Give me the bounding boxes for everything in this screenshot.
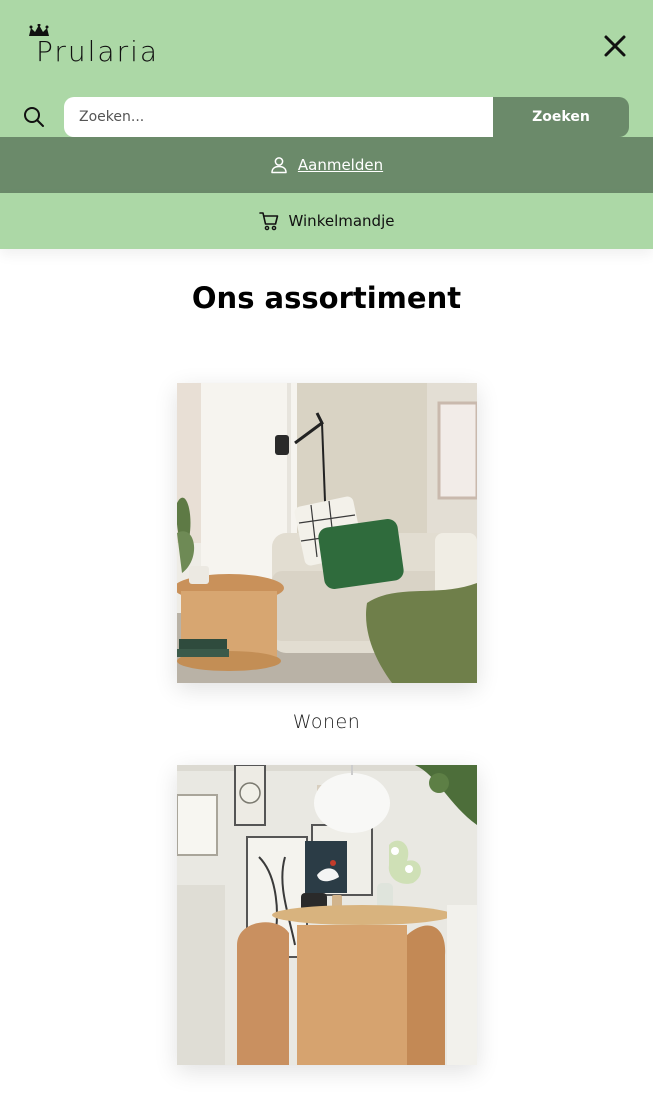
category-label: Wonen <box>292 711 361 733</box>
crown-icon <box>29 24 49 36</box>
cart-bar: Winkelmandje <box>0 193 653 249</box>
search-icon <box>24 107 44 127</box>
category-list: Wonen <box>0 383 653 1093</box>
login-link[interactable]: Aanmelden <box>270 156 383 174</box>
search-icon-button[interactable] <box>23 106 45 128</box>
search-submit-button[interactable]: Zoeken <box>493 97 629 137</box>
cart-link[interactable]: Winkelmandje <box>258 211 395 231</box>
search-bar: Zoeken <box>0 97 653 137</box>
login-bar: Aanmelden <box>0 137 653 193</box>
close-menu-button[interactable] <box>603 34 627 58</box>
page-title: Ons assortiment <box>191 281 462 315</box>
close-icon <box>604 35 626 57</box>
user-icon <box>271 157 287 174</box>
category-card-wonen[interactable]: Wonen <box>176 383 477 733</box>
cart-label: Winkelmandje <box>288 212 395 230</box>
logo-text: Prularia <box>36 35 160 68</box>
cart-icon <box>258 212 278 231</box>
category-image-dining-room <box>176 765 477 1065</box>
category-image-living-room <box>176 383 477 683</box>
main-content: Ons assortiment Wonen <box>0 281 653 1093</box>
login-label: Aanmelden <box>297 156 384 174</box>
site-header: Prularia Zoeken <box>0 0 653 137</box>
search-input[interactable] <box>64 97 493 137</box>
brand-logo[interactable]: Prularia <box>28 24 159 66</box>
category-card-dining[interactable] <box>176 765 477 1093</box>
